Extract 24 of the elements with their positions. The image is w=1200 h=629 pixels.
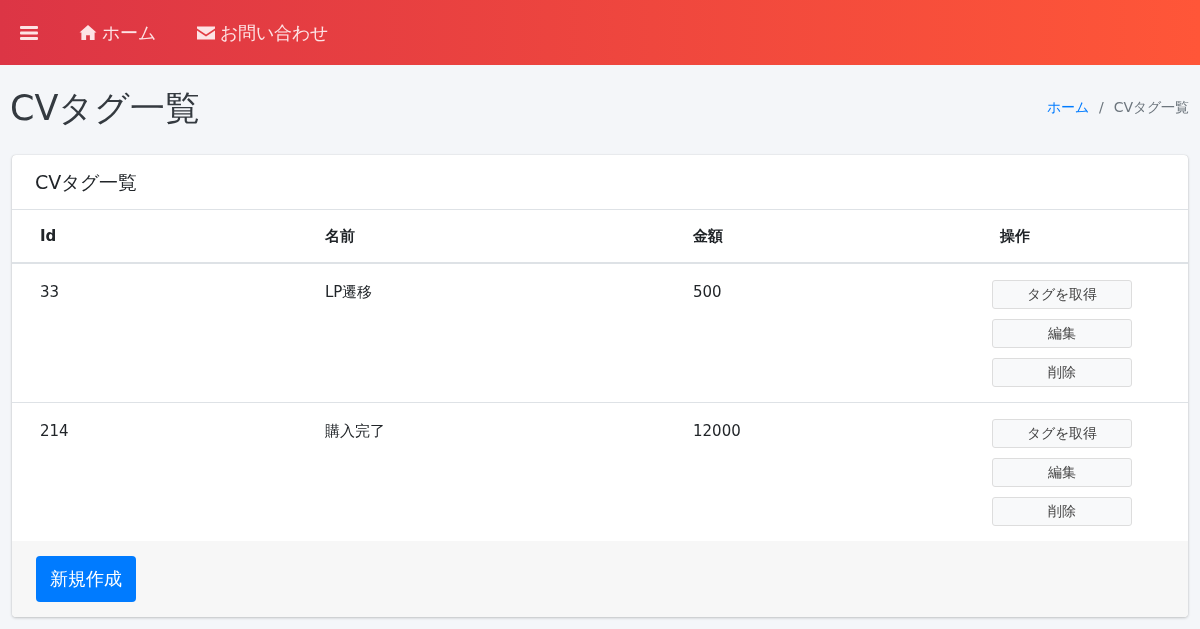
column-header: Id [12, 210, 297, 263]
envelope-icon [196, 24, 216, 41]
breadcrumb-link[interactable]: ホーム [1046, 99, 1089, 117]
action-button[interactable]: タグを取得 [992, 280, 1132, 309]
action-button[interactable]: タグを取得 [992, 419, 1132, 448]
nav-link[interactable]: お問い合わせ [196, 20, 328, 45]
action-button[interactable]: 編集 [992, 458, 1132, 487]
action-button[interactable]: 削除 [992, 497, 1132, 526]
action-button[interactable]: 編集 [992, 319, 1132, 348]
column-header: 名前 [297, 210, 665, 263]
card-title: CVタグ一覧 [12, 155, 1188, 210]
column-header: 金額 [665, 210, 992, 263]
create-button[interactable]: 新規作成 [36, 556, 136, 602]
table-cell: 500 [665, 263, 992, 403]
home-icon [78, 24, 98, 41]
table-cell: 33 [12, 263, 297, 403]
breadcrumb-separator: / [1098, 99, 1104, 117]
nav-link[interactable]: ホーム [78, 20, 156, 45]
page-title: CVタグ一覧 [10, 86, 201, 130]
column-header: 操作 [992, 210, 1188, 263]
table-cell: LP遷移 [297, 263, 665, 403]
menu-icon[interactable] [20, 24, 38, 41]
breadcrumb-current: CVタグ一覧 [1113, 99, 1189, 117]
action-button[interactable]: 削除 [992, 358, 1132, 387]
